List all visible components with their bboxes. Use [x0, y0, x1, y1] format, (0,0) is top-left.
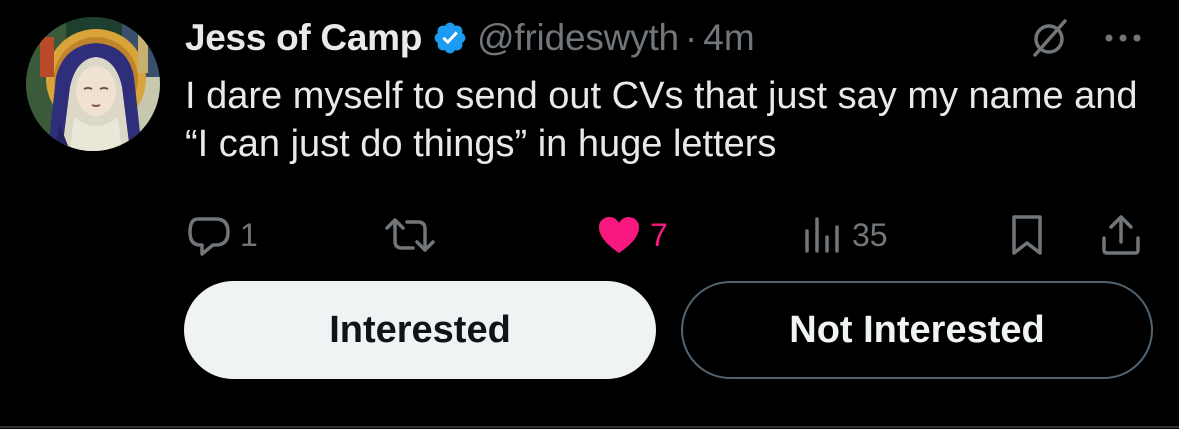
bookmark-icon [1012, 215, 1042, 255]
separator-dot: · [684, 17, 698, 58]
like-button[interactable]: 7 [596, 210, 668, 260]
reply-count: 1 [240, 216, 258, 253]
bookmark-button[interactable] [1005, 210, 1049, 260]
ellipsis-icon [1105, 34, 1141, 42]
speech-bubble-icon [188, 217, 230, 256]
avatar[interactable] [26, 17, 160, 151]
verified-badge-icon[interactable] [432, 20, 468, 56]
tweet-text: I dare myself to send out CVs that just … [185, 75, 1138, 165]
tweet-header: Jess of Camp @frideswyth · 4m [185, 15, 755, 61]
interested-button[interactable]: Interested [184, 281, 656, 379]
avatar-image [26, 17, 160, 151]
view-count: 35 [852, 216, 888, 253]
tweet-card[interactable]: Jess of Camp @frideswyth · 4m I dare mys… [0, 0, 1179, 429]
author-display-name[interactable]: Jess of Camp [185, 17, 422, 59]
retweet-arrows-icon [385, 218, 435, 252]
views-button[interactable]: 35 [800, 210, 888, 260]
share-button[interactable] [1098, 210, 1144, 260]
retweet-button[interactable] [383, 210, 445, 260]
timestamp[interactable]: 4m [703, 17, 754, 59]
grok-button[interactable] [1024, 16, 1074, 62]
author-handle[interactable]: @frideswyth [477, 17, 679, 59]
divider [0, 426, 1179, 428]
heart-icon [599, 217, 639, 253]
not-interested-button[interactable]: Not Interested [681, 281, 1153, 379]
bar-chart-icon [805, 217, 839, 253]
share-upload-icon [1102, 215, 1140, 255]
like-count: 7 [650, 216, 668, 253]
more-options-button[interactable] [1098, 18, 1148, 58]
grok-slash-icon [1033, 19, 1067, 57]
reply-button[interactable]: 1 [186, 210, 258, 260]
